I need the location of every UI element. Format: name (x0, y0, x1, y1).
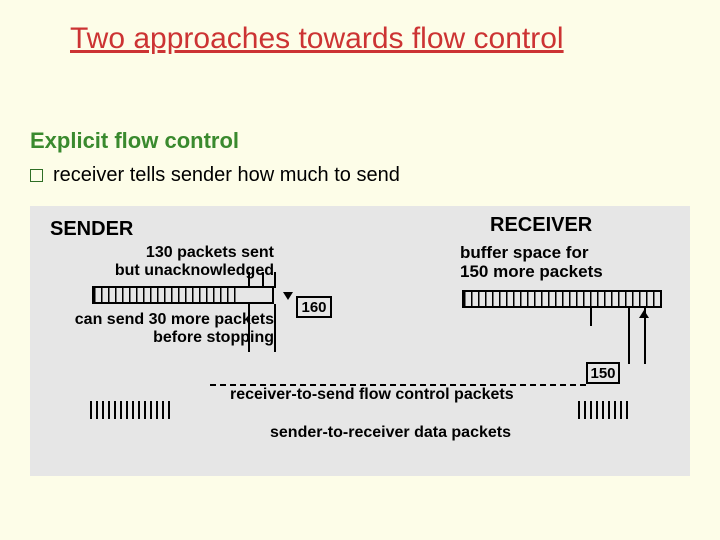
can-send-more-label: can send 30 more packets before stopping (48, 311, 274, 346)
tick-icon (590, 308, 592, 326)
window-size-box-160: 160 (296, 296, 332, 318)
receiver-buffer-bar (462, 290, 662, 308)
arrow-down-icon (283, 292, 293, 300)
tick-icon (628, 308, 630, 364)
packets-sent-line2: but unacknowledged (115, 262, 274, 279)
buffer-space-label: buffer space for 150 more packets (460, 244, 670, 281)
cansend-line2: before stopping (153, 329, 274, 346)
data-ticks-left (90, 401, 170, 419)
tick-icon (248, 272, 250, 288)
window-size-box-150: 150 (586, 362, 620, 384)
sender-label: SENDER (50, 218, 133, 241)
bullet-row: receiver tells sender how much to send (30, 164, 400, 187)
diagram-panel: SENDER RECEIVER 130 packets sent but una… (30, 206, 690, 476)
tick-icon (274, 304, 276, 352)
receiver-label: RECEIVER (490, 214, 592, 237)
data-packets-label: sender-to-receiver data packets (270, 424, 620, 442)
bullet-marker (30, 169, 43, 182)
flow-control-path (210, 384, 586, 386)
tick-icon (274, 272, 276, 288)
buffer-line2: 150 more packets (460, 262, 603, 281)
sender-buffer-bar (92, 286, 274, 304)
bullet-text: receiver tells sender how much to send (53, 164, 400, 187)
flow-control-packets-label: receiver-to-send flow control packets (230, 386, 630, 404)
slide-title: Two approaches towards flow control (70, 22, 700, 56)
cansend-line1: can send 30 more packets (75, 311, 274, 328)
subheading-explicit-flow-control: Explicit flow control (30, 128, 239, 154)
packets-sent-line1: 130 packets sent (146, 244, 274, 261)
buffer-line1: buffer space for (460, 243, 588, 262)
arrow-up-icon (639, 310, 649, 318)
tick-icon (262, 272, 264, 288)
data-ticks-right (578, 401, 628, 419)
tick-icon (248, 304, 250, 352)
packets-sent-label: 130 packets sent but unacknowledged (94, 244, 274, 279)
